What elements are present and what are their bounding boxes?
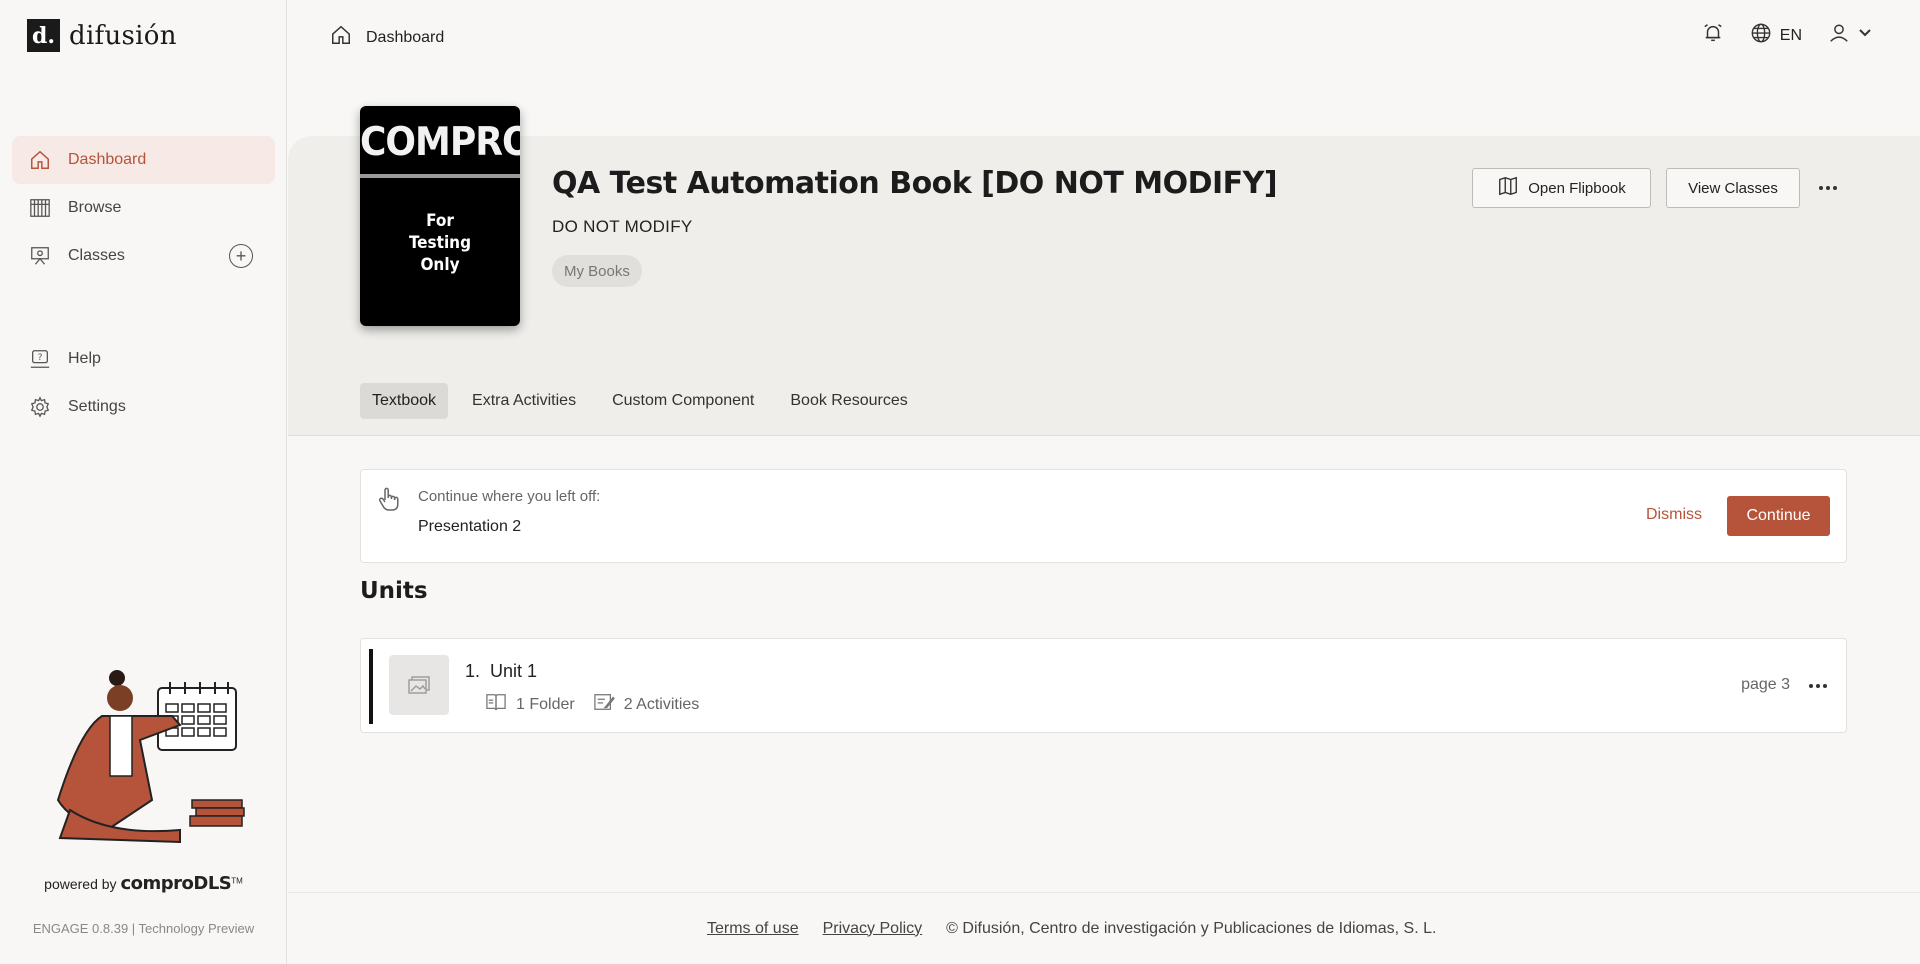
powered-by-label: powered by (44, 876, 117, 892)
unit-number: 1. (465, 661, 481, 681)
unit-page: page 3 (1741, 676, 1790, 693)
unit-folders: 1 Folder (485, 692, 575, 717)
svg-text:?: ? (38, 352, 43, 363)
open-flipbook-label: Open Flipbook (1528, 179, 1626, 197)
logo-mark-icon: d. (27, 19, 60, 52)
home-icon (28, 148, 52, 172)
book-more-options-icon[interactable] (1816, 179, 1840, 197)
folder-book-icon (485, 692, 507, 717)
book-subtitle: DO NOT MODIFY (552, 217, 693, 236)
continue-label: Continue where you left off: (418, 488, 601, 505)
sidebar-item-label: Browse (68, 199, 122, 216)
sidebar-item-label: Settings (68, 398, 126, 415)
unit-name: Unit 1 (490, 661, 538, 681)
continue-button[interactable]: Continue (1727, 496, 1830, 536)
my-books-chip[interactable]: My Books (552, 255, 642, 287)
unit-folders-label: 1 Folder (516, 695, 575, 713)
dismiss-button[interactable]: Dismiss (1646, 506, 1702, 524)
chevron-down-icon (1858, 26, 1872, 45)
bookshelf-icon (28, 196, 52, 220)
breadcrumb-current: Dashboard (366, 28, 445, 46)
help-icon: ? (28, 347, 52, 371)
unit-accent-bar (369, 649, 373, 724)
logo-text: difusión (69, 20, 177, 51)
user-menu[interactable] (1828, 22, 1872, 49)
sidebar-item-browse[interactable]: Browse (12, 184, 275, 232)
unit-more-options-icon[interactable] (1808, 677, 1828, 695)
version-label: ENGAGE 0.8.39 | Technology Preview (32, 921, 255, 936)
footer: Terms of use Privacy Policy © Difusión, … (288, 892, 1920, 964)
activity-edit-icon (593, 692, 615, 717)
globe-icon (1750, 22, 1772, 49)
continue-card: Continue where you left off: Presentatio… (360, 469, 1847, 563)
breadcrumb: Dashboard (330, 24, 444, 51)
tab-textbook[interactable]: Textbook (360, 383, 449, 419)
cover-title: COMPRO (360, 119, 520, 166)
powered-trademark: TM (231, 876, 243, 886)
sidebar-item-dashboard[interactable]: Dashboard (12, 136, 275, 184)
sidebar-item-label: Dashboard (68, 151, 147, 168)
alarm-bell-icon[interactable] (1702, 22, 1724, 49)
language-label: EN (1779, 26, 1802, 44)
tab-book-resources[interactable]: Book Resources (778, 383, 919, 419)
sidebar: d. difusión Dashboard Browse Classes + ?… (0, 0, 287, 964)
unit-activities: 2 Activities (593, 692, 700, 717)
cover-divider (360, 174, 520, 178)
unit-activities-label: 2 Activities (623, 695, 700, 713)
pointing-hand-icon (377, 486, 401, 517)
home-icon[interactable] (330, 24, 352, 51)
privacy-link[interactable]: Privacy Policy (823, 920, 923, 938)
book-title: QA Test Automation Book [DO NOT MODIFY] (552, 166, 1278, 201)
copyright-text: © Difusión, Centro de investigación y Pu… (946, 919, 1437, 937)
brand-logo[interactable]: d. difusión (27, 19, 177, 52)
sidebar-nav-primary: Dashboard Browse Classes + (12, 136, 275, 280)
cover-subtitle: For Testing Only (408, 211, 472, 275)
open-flipbook-button[interactable]: Open Flipbook (1472, 168, 1651, 208)
tab-extra-activities[interactable]: Extra Activities (460, 383, 588, 419)
open-book-icon (1497, 175, 1519, 201)
unit-row[interactable]: 1. Unit 1 1 Folder 2 Activities page 3 (360, 638, 1847, 733)
continue-item[interactable]: Presentation 2 (418, 518, 521, 536)
terms-link[interactable]: Terms of use (707, 920, 799, 938)
book-cover: COMPRO For Testing Only (360, 106, 520, 326)
unit-meta: 1 Folder 2 Activities (485, 692, 707, 717)
top-bar: Dashboard EN (288, 0, 1920, 72)
language-selector[interactable]: EN (1750, 22, 1802, 49)
gear-icon (28, 395, 52, 419)
powered-by: powered by comproDLSTM (0, 873, 287, 894)
image-placeholder-icon (389, 655, 449, 715)
unit-title: 1. Unit 1 (465, 661, 537, 682)
add-class-button[interactable]: + (229, 244, 253, 268)
sidebar-item-settings[interactable]: Settings (12, 383, 275, 431)
sidebar-item-classes[interactable]: Classes + (12, 232, 275, 280)
user-icon (1828, 22, 1850, 49)
view-classes-button[interactable]: View Classes (1666, 168, 1800, 208)
powered-brand: comproDLS (120, 873, 232, 894)
book-tabs: Textbook Extra Activities Custom Compone… (360, 383, 920, 419)
classroom-icon (28, 244, 52, 268)
sidebar-item-help[interactable]: ? Help (12, 335, 275, 383)
header-actions: EN (1702, 22, 1872, 49)
sidebar-item-label: Classes (68, 247, 125, 264)
tab-custom-component[interactable]: Custom Component (600, 383, 766, 419)
sidebar-item-label: Help (68, 350, 101, 367)
sidebar-nav-secondary: ? Help Settings (12, 335, 275, 431)
units-heading: Units (360, 578, 428, 604)
teacher-illustration (40, 660, 250, 850)
view-classes-label: View Classes (1688, 179, 1778, 197)
